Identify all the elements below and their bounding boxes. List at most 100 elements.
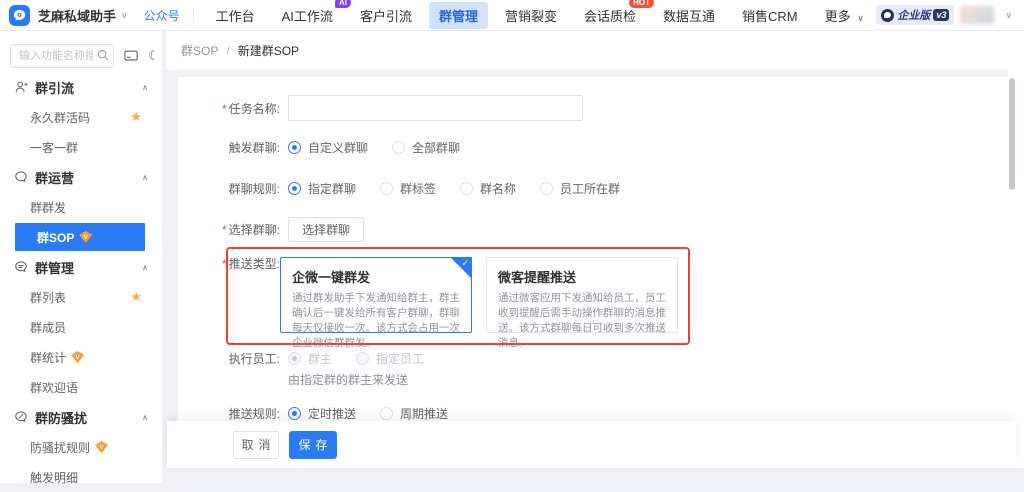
user-name-redacted [960, 6, 994, 24]
nav-tab-chat-inspection[interactable]: 会话质检 HOT [574, 2, 646, 29]
radio-unselected-icon [540, 182, 553, 195]
nav-tab-more[interactable]: 更多 ∨ [815, 2, 874, 29]
user-area[interactable]: 企业版 v3 ∨ [876, 5, 1012, 25]
radio-staff-groups[interactable]: 员工所在群 [540, 180, 620, 197]
trigger-chat-label: 触发群聊: [178, 139, 280, 156]
radio-all-chats[interactable]: 全部群聊 [392, 139, 460, 156]
app-switch-chevron-icon[interactable]: ∨ [121, 10, 128, 21]
radio-unselected-icon [380, 182, 393, 195]
app-title: 芝麻私域助手 [38, 6, 116, 25]
account-type-link[interactable]: 公众号 [144, 7, 180, 24]
sidebar-section-group-operation[interactable]: 群运营 ∧ [0, 162, 162, 192]
push-rule-label: 推送规则: [178, 405, 280, 422]
push-type-card-desc: 通过微客应用下发通知给员工，员工收到提醒后需手动操作群聊的消息推送。该方式群聊每… [498, 291, 666, 351]
select-chat-button[interactable]: 选择群聊 [288, 217, 364, 242]
primary-nav: 工作台 AI工作流 AI 客户引流 群管理 营销裂变 会话质检 HOT 数据互通… [206, 2, 874, 29]
sidebar-section-group-acquisition[interactable]: 群引流 ∧ [0, 72, 162, 102]
sidebar-item-group-list[interactable]: 群列表 ★ [0, 282, 162, 312]
breadcrumb-group-sop[interactable]: 群SOP [181, 42, 218, 59]
radio-scheduled-push[interactable]: 定时推送 [288, 405, 356, 422]
chevron-up-icon: ∧ [142, 83, 148, 92]
nav-tab-customer-acquisition[interactable]: 客户引流 [350, 2, 422, 29]
radio-selected-icon [288, 407, 301, 420]
select-chat-label: 选择群聊: [229, 223, 280, 237]
select-chat-row: *选择群聊: 选择群聊 [178, 217, 364, 242]
required-mark: * [222, 102, 227, 116]
task-name-label: 任务名称: [229, 102, 280, 116]
radio-group-name[interactable]: 群名称 [460, 180, 516, 197]
nav-tab-workbench[interactable]: 工作台 [206, 2, 265, 29]
required-mark: * [222, 257, 227, 271]
breadcrumb-current: 新建群SOP [238, 42, 299, 59]
user-menu-chevron-icon[interactable]: ∨ [1005, 10, 1012, 21]
sidebar-item-permanent-group-qr[interactable]: 永久群活码 ★ [0, 102, 162, 132]
chevron-up-icon: ∧ [142, 413, 148, 422]
sidebar-item-group-sop[interactable]: 群SOP v [15, 223, 145, 251]
sidebar-menu: 群引流 ∧ 永久群活码 ★ 一客一群 群运营 ∧ 群群发 群SOP v [0, 72, 162, 492]
chat-block-icon [14, 410, 28, 424]
enterprise-logo-icon [881, 9, 894, 22]
executor-row: 执行员工: 群主 指定员工 [178, 348, 448, 368]
radio-group-tag[interactable]: 群标签 [380, 180, 436, 197]
radio-unselected-icon [392, 141, 405, 154]
sidebar-item-group-members[interactable]: 群成员 [0, 312, 162, 342]
breadcrumb: 群SOP / 新建群SOP [166, 31, 1024, 70]
nav-divider [193, 8, 194, 23]
sidebar-item-group-mass-send[interactable]: 群群发 [0, 192, 162, 222]
task-name-input[interactable] [288, 95, 583, 121]
radio-unselected-icon [380, 407, 393, 420]
task-name-row: *任务名称: [178, 95, 583, 121]
chevron-down-icon: ∨ [857, 13, 864, 23]
nav-tab-ai-workflow[interactable]: AI工作流 AI [272, 2, 343, 29]
radio-periodic-push[interactable]: 周期推送 [380, 405, 448, 422]
chat-bubble-icon [12, 8, 27, 23]
chat-bubble-icon [14, 170, 28, 184]
cancel-button[interactable]: 取消 [233, 431, 279, 459]
check-icon: ✓ [461, 258, 469, 269]
nav-tab-sales-crm[interactable]: 销售CRM [732, 2, 808, 29]
sidebar-section-group-management[interactable]: 群管理 ∧ [0, 252, 162, 282]
sidebar-item-one-customer-one-group[interactable]: 一客一群 [0, 132, 162, 162]
collapse-panel-icon[interactable] [124, 50, 138, 62]
nav-tab-group-management[interactable]: 群管理 [429, 2, 488, 29]
required-mark: * [222, 223, 227, 237]
chat-rule-label: 群聊规则: [178, 180, 280, 197]
plan-version-badge: v3 [933, 9, 949, 21]
vip-gem-icon: v [71, 351, 84, 363]
push-rule-row: 推送规则: 定时推送 周期推送 [178, 403, 472, 423]
push-type-card-title: 微客提醒推送 [498, 267, 666, 286]
radio-group-owner-disabled: 群主 [288, 350, 332, 367]
radio-disabled-icon [356, 352, 369, 365]
chevron-up-icon: ∧ [142, 263, 148, 272]
radio-custom-chats[interactable]: 自定义群聊 [288, 139, 368, 156]
radio-unselected-icon [460, 182, 473, 195]
star-icon: ★ [130, 289, 142, 305]
plan-name: 企业版 [897, 7, 930, 23]
vip-gem-icon: v [95, 441, 108, 453]
app-logo[interactable] [9, 5, 30, 26]
nav-tab-marketing-fission[interactable]: 营销裂变 [495, 2, 567, 29]
sidebar-item-group-welcome-message[interactable]: 群欢迎语 [0, 372, 162, 402]
sidebar-item-group-statistics[interactable]: 群统计 v [0, 342, 162, 372]
radio-specified-staff-disabled: 指定员工 [356, 350, 424, 367]
sidebar-section-group-anti-spam[interactable]: 群防骚扰 ∧ [0, 402, 162, 432]
vip-gem-icon: v [79, 231, 92, 243]
dark-mode-icon[interactable]: ☾ [148, 48, 160, 64]
nav-tab-data-sync[interactable]: 数据互通 [653, 2, 725, 29]
push-type-card-weike-reminder[interactable]: 微客提醒推送 通过微客应用下发通知给员工，员工收到提醒后需手动操作群聊的消息推送… [486, 257, 678, 333]
sidebar-item-trigger-details[interactable]: 触发明细 [0, 462, 162, 492]
radio-selected-icon [288, 182, 301, 195]
form-footer: 取消 保存 [167, 421, 1016, 468]
sidebar-item-anti-spam-rules[interactable]: 防骚扰规则 v [0, 432, 162, 462]
push-type-card-wecom-mass-send[interactable]: 企微一键群发 通过群发助手下发通知给群主，群主确认后一键发给所有客户群聊，群聊每… [280, 257, 472, 333]
radio-specified-chats[interactable]: 指定群聊 [288, 180, 356, 197]
scrollbar-thumb[interactable] [1009, 78, 1015, 190]
hot-badge: HOT [629, 0, 654, 8]
chevron-up-icon: ∧ [142, 173, 148, 182]
executor-label: 执行员工: [178, 350, 280, 367]
save-button[interactable]: 保存 [289, 431, 337, 459]
search-icon [97, 49, 109, 64]
executor-hint: 由指定群的群主来发送 [288, 371, 408, 388]
push-type-label: *推送类型: [178, 255, 280, 272]
star-icon: ★ [130, 109, 142, 125]
